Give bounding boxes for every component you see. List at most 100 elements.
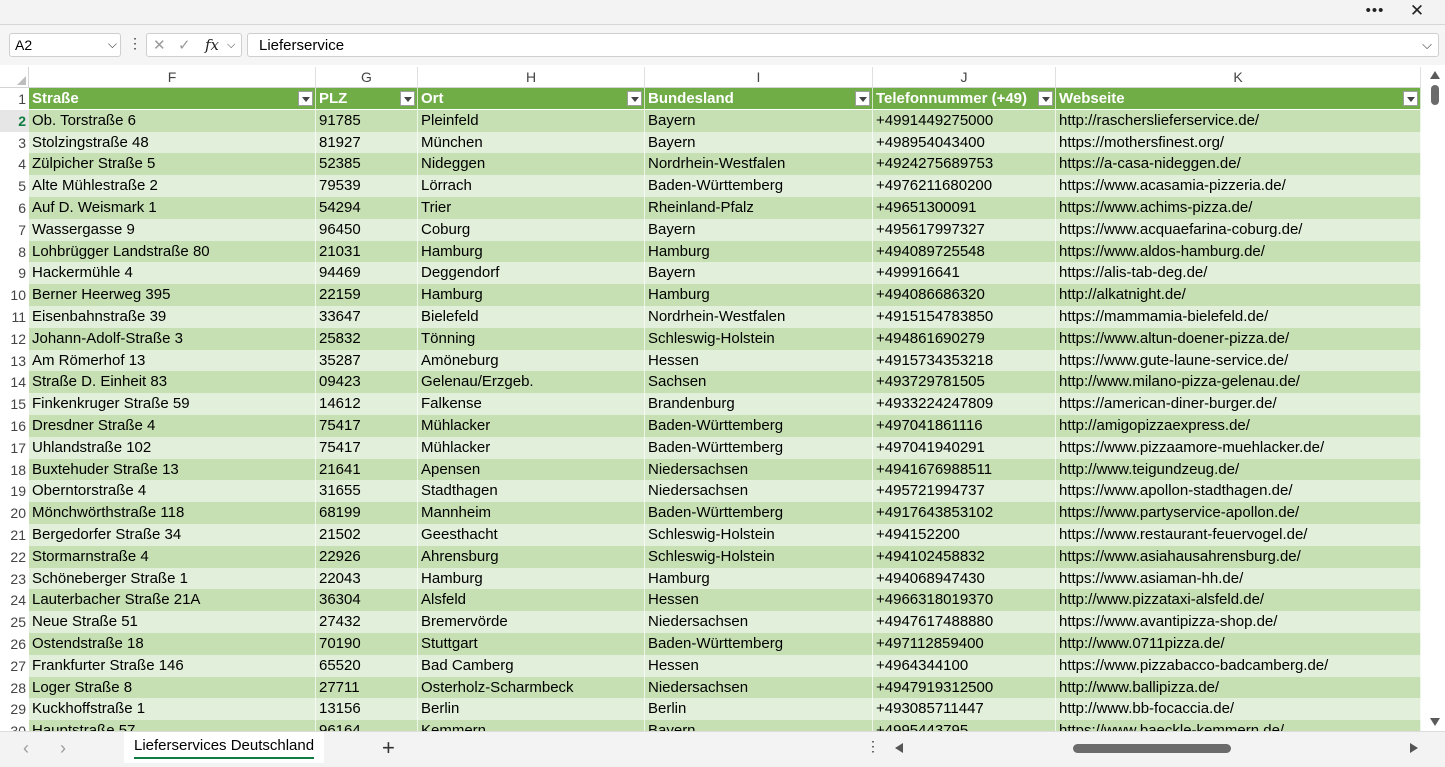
formula-input[interactable]: Lieferservice ⌵ [247,33,1439,57]
table-cell[interactable]: Lauterbacher Straße 21A [29,589,316,612]
table-cell[interactable]: Hauptstraße 57 [29,720,316,731]
table-cell[interactable]: +495721994737 [873,480,1056,503]
table-cell[interactable]: Berlin [418,698,645,721]
table-cell[interactable]: https://www.avantipizza-shop.de/ [1056,611,1421,633]
scroll-up-icon[interactable] [1430,71,1440,79]
table-cell[interactable]: 52385 [316,153,418,176]
row-header[interactable]: 5 [0,175,29,197]
scroll-right-icon[interactable] [1410,743,1418,753]
row-header[interactable]: 10 [0,284,29,306]
table-cell[interactable]: http://raschersliefer­service.de/ [1056,109,1421,132]
table-cell[interactable]: +494152200 [873,524,1056,546]
column-header-h[interactable]: H [418,67,645,88]
table-cell[interactable]: +494102458832 [873,545,1056,568]
table-cell[interactable]: Trier [418,197,645,219]
row-header[interactable]: 15 [0,393,29,415]
row-header[interactable]: 12 [0,327,29,350]
horizontal-scroll-thumb[interactable] [1073,744,1231,753]
table-cell[interactable]: https://a-casa-nideggen.de/ [1056,153,1421,176]
table-cell[interactable]: http://www.ballipizza.de/ [1056,676,1421,699]
row-header[interactable]: 2 [0,109,29,132]
add-sheet-icon[interactable]: + [382,735,395,761]
table-cell[interactable]: 27432 [316,611,418,633]
table-cell[interactable]: Baden-Württemberg [645,502,873,524]
table-cell[interactable]: Lohbrügger Landstraße 80 [29,240,316,263]
table-cell[interactable]: Niedersachsen [645,676,873,699]
scroll-left-icon[interactable] [895,743,903,753]
table-cell[interactable]: Am Römerhof 13 [29,349,316,372]
table-cell[interactable]: Amöneburg [418,349,645,372]
table-cell[interactable]: +4947919312500 [873,676,1056,699]
table-cell[interactable]: 75417 [316,415,418,437]
table-cell[interactable]: Hamburg [645,240,873,263]
row-header[interactable]: 21 [0,524,29,546]
scroll-thumb[interactable] [1431,85,1439,105]
table-cell[interactable]: +498954043400 [873,131,1056,154]
name-box[interactable]: A2 ⌵ [9,33,121,57]
table-cell[interactable]: https://alis-tab-deg.de/ [1056,262,1421,285]
table-cell[interactable]: 35287 [316,349,418,372]
table-cell[interactable]: 31655 [316,480,418,503]
table-cell[interactable]: Berner Heerweg 395 [29,284,316,306]
table-cell[interactable]: Bayern [645,262,873,285]
table-cell[interactable]: 79539 [316,175,418,197]
row-header[interactable]: 6 [0,197,29,219]
table-cell[interactable]: Schleswig-Holstein [645,524,873,546]
table-cell[interactable]: Deggendorf [418,262,645,285]
table-cell[interactable]: Wassergasse 9 [29,218,316,241]
row-header[interactable]: 24 [0,589,29,612]
table-cell[interactable]: Zülpicher Straße 5 [29,153,316,176]
table-cell[interactable]: 70190 [316,633,418,655]
table-cell[interactable]: https://www.pizzabacco-badcamberg.de/ [1056,654,1421,677]
row-header[interactable]: 8 [0,240,29,263]
table-cell[interactable]: 09423 [316,371,418,394]
table-cell[interactable]: http://amigopizzaexpress.de/ [1056,415,1421,437]
row-header[interactable]: 14 [0,371,29,394]
table-cell[interactable]: Alte Mühlestraße 2 [29,175,316,197]
column-header-g[interactable]: G [316,67,418,88]
table-cell[interactable]: Oberntorstraße 4 [29,480,316,503]
table-cell[interactable]: https://www.asiaman-hh.de/ [1056,567,1421,590]
table-cell[interactable]: Bad Camberg [418,654,645,677]
table-cell[interactable]: Neue Straße 51 [29,611,316,633]
table-cell[interactable]: +4966318019370 [873,589,1056,612]
table-cell[interactable]: Nordrhein-Westfalen [645,306,873,328]
filter-dropdown-icon[interactable] [1038,91,1053,106]
table-cell[interactable]: http://www.milano-pizza-gelenau.de/ [1056,371,1421,394]
row-header[interactable]: 7 [0,218,29,241]
table-cell[interactable]: Sachsen [645,371,873,394]
table-cell[interactable]: Falkense [418,393,645,415]
table-cell[interactable]: Mühlacker [418,436,645,459]
table-cell[interactable]: +4991449275000 [873,109,1056,132]
table-cell[interactable]: +4947617488880 [873,611,1056,633]
table-cell[interactable]: 22926 [316,545,418,568]
table-cell[interactable]: Hessen [645,654,873,677]
table-cell[interactable]: https://www.acquaefarina-coburg.de/ [1056,218,1421,241]
table-cell[interactable]: +495617997327 [873,218,1056,241]
table-cell[interactable]: Hessen [645,589,873,612]
table-header-cell[interactable]: PLZ [316,88,418,110]
table-cell[interactable]: Lörrach [418,175,645,197]
row-header[interactable]: 22 [0,545,29,568]
table-cell[interactable]: Hackermühle 4 [29,262,316,285]
table-cell[interactable]: Baden-Württemberg [645,633,873,655]
row-header[interactable]: 27 [0,654,29,677]
chevron-down-icon[interactable]: ⌵ [108,37,117,52]
chevron-down-icon[interactable]: ⌵ [227,39,235,52]
row-header[interactable]: 4 [0,153,29,176]
table-cell[interactable]: +49651300091 [873,197,1056,219]
table-cell[interactable]: Bayern [645,218,873,241]
table-cell[interactable]: +497041940291 [873,436,1056,459]
table-cell[interactable]: Buxtehuder Straße 13 [29,458,316,481]
table-cell[interactable]: Bayern [645,720,873,731]
table-cell[interactable]: +494068947430 [873,567,1056,590]
table-cell[interactable]: http://www.teigundzeug.de/ [1056,458,1421,481]
table-cell[interactable]: https://www.asiahausahrensburg.de/ [1056,545,1421,568]
table-cell[interactable]: Eisenbahnstraße 39 [29,306,316,328]
table-cell[interactable]: +497112859400 [873,633,1056,655]
table-cell[interactable]: https://american-diner-burger.de/ [1056,393,1421,415]
table-cell[interactable]: http://www.pizzataxi-alsfeld.de/ [1056,589,1421,612]
table-cell[interactable]: Mühlacker [418,415,645,437]
table-cell[interactable]: Stormarnstraße 4 [29,545,316,568]
table-cell[interactable]: Loger Straße 8 [29,676,316,699]
